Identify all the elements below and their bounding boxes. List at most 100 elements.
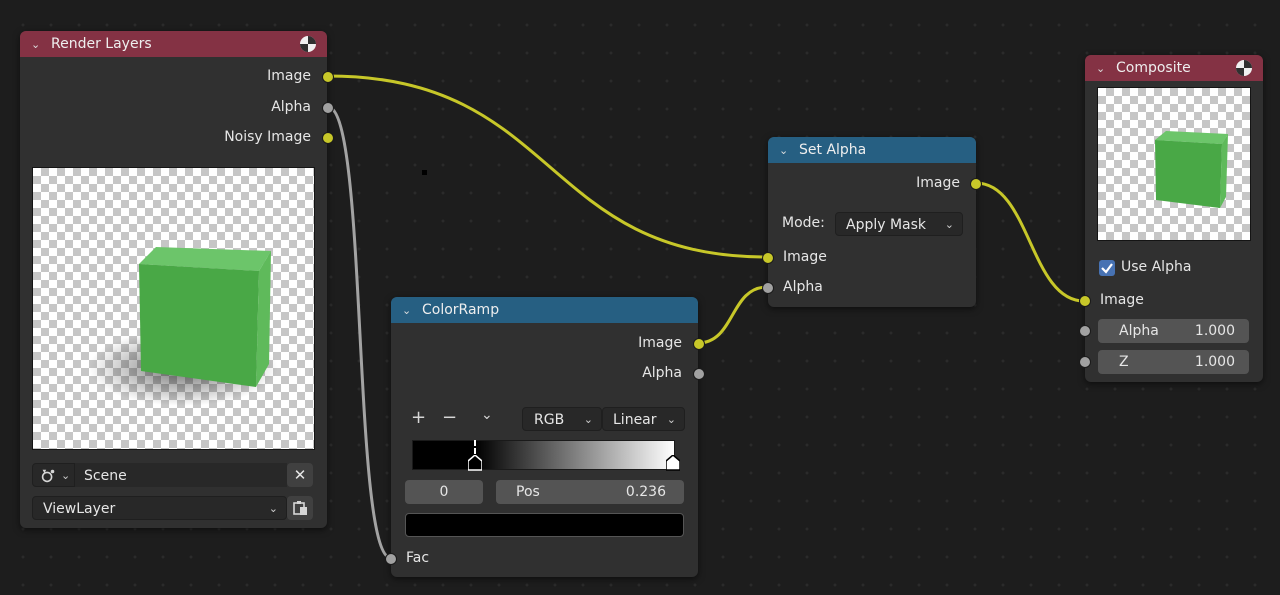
output-alpha-socket[interactable] bbox=[693, 368, 705, 380]
remove-stop-button[interactable]: − bbox=[442, 407, 457, 428]
output-image-label: Image bbox=[916, 175, 960, 191]
scene-selector[interactable]: ⌄ Scene bbox=[32, 463, 287, 487]
link-renderlayers-image-to-setalpha-image[interactable] bbox=[327, 74, 768, 259]
chevron-down-icon: ⌄ bbox=[944, 218, 954, 231]
output-image-row: Image bbox=[111, 66, 311, 86]
output-image-label: Image bbox=[638, 335, 682, 351]
input-image-socket[interactable] bbox=[762, 252, 774, 264]
clipboard-icon bbox=[293, 501, 307, 515]
colorramp-node[interactable]: ⌄ ColorRamp Image Alpha + − ⌄ RGB ⌄ Line… bbox=[385, 297, 705, 577]
chevron-down-icon: ⌄ bbox=[583, 413, 593, 426]
output-image-socket[interactable] bbox=[322, 71, 334, 83]
use-alpha-label: Use Alpha bbox=[1121, 259, 1192, 275]
mode-dropdown[interactable]: Apply Mask ⌄ bbox=[835, 212, 963, 236]
input-image-socket[interactable] bbox=[1079, 295, 1091, 307]
output-noisy-image-label: Noisy Image bbox=[224, 129, 311, 145]
input-z-socket[interactable] bbox=[1079, 356, 1091, 368]
alpha-value: 1.000 bbox=[1194, 323, 1235, 339]
composite-header[interactable]: ⌄ Composite bbox=[1085, 55, 1263, 81]
chevron-down-icon: ⌄ bbox=[268, 502, 278, 515]
colorramp-header[interactable]: ⌄ ColorRamp bbox=[391, 297, 698, 323]
chevron-down-icon: ⌄ bbox=[666, 413, 676, 426]
color-stop-black[interactable] bbox=[468, 455, 482, 471]
checkmark-icon bbox=[1101, 263, 1113, 274]
link-colorramp-image-to-setalpha-alpha[interactable] bbox=[697, 285, 768, 345]
add-stop-button[interactable]: + bbox=[411, 407, 426, 428]
z-value: 1.000 bbox=[1194, 354, 1235, 370]
input-alpha-socket[interactable] bbox=[762, 282, 774, 294]
alpha-value-field[interactable]: Alpha 1.000 bbox=[1098, 319, 1249, 343]
collapse-chevron-icon[interactable]: ⌄ bbox=[1096, 62, 1110, 75]
input-alpha-socket[interactable] bbox=[1079, 325, 1091, 337]
output-noisy-image-row: Noisy Image bbox=[111, 127, 311, 147]
view-layer-name: ViewLayer bbox=[43, 501, 116, 517]
output-alpha-label: Alpha bbox=[271, 99, 311, 115]
output-image-socket[interactable] bbox=[693, 338, 705, 350]
scene-icon bbox=[41, 469, 55, 483]
input-fac-label: Fac bbox=[406, 550, 430, 566]
green-cube-image bbox=[88, 247, 278, 406]
output-image-row: Image bbox=[810, 173, 960, 193]
pos-label: Pos bbox=[516, 484, 540, 500]
mode-value: Apply Mask bbox=[846, 217, 927, 233]
set-alpha-header[interactable]: ⌄ Set Alpha bbox=[768, 137, 976, 163]
input-fac-socket[interactable] bbox=[385, 553, 397, 565]
input-image-row: Image bbox=[783, 247, 827, 267]
set-alpha-node[interactable]: ⌄ Set Alpha Image Mode: Apply Mask ⌄ Ima… bbox=[762, 137, 982, 307]
interpolation-dropdown[interactable]: Linear ⌄ bbox=[602, 407, 685, 431]
color-mode-value: RGB bbox=[534, 412, 565, 428]
input-fac-row: Fac bbox=[406, 548, 429, 568]
color-mode-dropdown[interactable]: RGB ⌄ bbox=[522, 407, 602, 431]
alpha-label: Alpha bbox=[1119, 323, 1159, 339]
output-image-label: Image bbox=[267, 68, 311, 84]
composite-preview-image bbox=[1097, 87, 1251, 241]
output-image-row: Image bbox=[482, 333, 682, 353]
input-image-label: Image bbox=[1100, 292, 1144, 308]
collapse-chevron-icon[interactable]: ⌄ bbox=[402, 304, 416, 317]
scene-dropdown-icon[interactable]: ⌄ bbox=[61, 464, 70, 488]
scene-name: Scene bbox=[84, 468, 127, 484]
input-image-row: Image bbox=[1100, 290, 1144, 310]
color-ramp-gradient[interactable] bbox=[412, 440, 675, 470]
input-alpha-label: Alpha bbox=[783, 279, 823, 295]
input-alpha-row: Alpha bbox=[783, 277, 823, 297]
active-stop-index-value: 0 bbox=[439, 484, 449, 500]
collapse-chevron-icon[interactable]: ⌄ bbox=[779, 144, 793, 157]
output-alpha-socket[interactable] bbox=[322, 102, 334, 114]
z-value-field[interactable]: Z 1.000 bbox=[1098, 350, 1249, 374]
node-title: Render Layers bbox=[51, 36, 152, 52]
view-layer-selector[interactable]: ViewLayer ⌄ bbox=[32, 496, 287, 520]
close-icon: ✕ bbox=[293, 466, 307, 484]
input-image-label: Image bbox=[783, 249, 827, 265]
unlink-scene-button[interactable]: ✕ bbox=[287, 463, 313, 487]
node-title: ColorRamp bbox=[422, 302, 500, 318]
interpolation-value: Linear bbox=[613, 412, 657, 428]
stop-position-field[interactable]: Pos 0.236 bbox=[496, 480, 684, 504]
link-renderlayers-alpha-to-colorramp-fac[interactable] bbox=[327, 105, 392, 560]
render-layers-node[interactable]: ⌄ Render Layers Image Alpha Noisy Image bbox=[20, 31, 334, 528]
pos-value: 0.236 bbox=[625, 484, 666, 500]
output-image-socket[interactable] bbox=[970, 178, 982, 190]
collapse-chevron-icon[interactable]: ⌄ bbox=[31, 38, 45, 51]
output-alpha-row: Alpha bbox=[111, 97, 311, 117]
use-alpha-checkbox[interactable] bbox=[1099, 260, 1115, 276]
color-stop-white[interactable] bbox=[666, 455, 680, 471]
output-noisy-image-socket[interactable] bbox=[322, 132, 334, 144]
output-alpha-label: Alpha bbox=[642, 365, 682, 381]
ramp-menu-button[interactable]: ⌄ bbox=[481, 407, 493, 423]
render-preview-icon[interactable] bbox=[299, 35, 317, 53]
render-preview-image bbox=[32, 167, 315, 450]
output-alpha-row: Alpha bbox=[482, 363, 682, 383]
render-layers-header[interactable]: ⌄ Render Layers bbox=[20, 31, 327, 57]
composite-node[interactable]: ⌄ Composite Use Alpha Image Alpha 1.000 … bbox=[1079, 55, 1263, 382]
node-title: Set Alpha bbox=[799, 142, 867, 158]
render-preview-icon[interactable] bbox=[1235, 59, 1253, 77]
node-title: Composite bbox=[1116, 60, 1191, 76]
stop-color-swatch[interactable] bbox=[405, 513, 684, 537]
cursor-dot bbox=[422, 170, 427, 175]
green-cube-image bbox=[1155, 131, 1228, 208]
mode-label: Mode: bbox=[782, 215, 825, 231]
render-layer-button[interactable] bbox=[287, 496, 313, 520]
link-setalpha-image-to-composite-image[interactable] bbox=[975, 181, 1085, 303]
active-stop-index[interactable]: 0 bbox=[405, 480, 483, 504]
